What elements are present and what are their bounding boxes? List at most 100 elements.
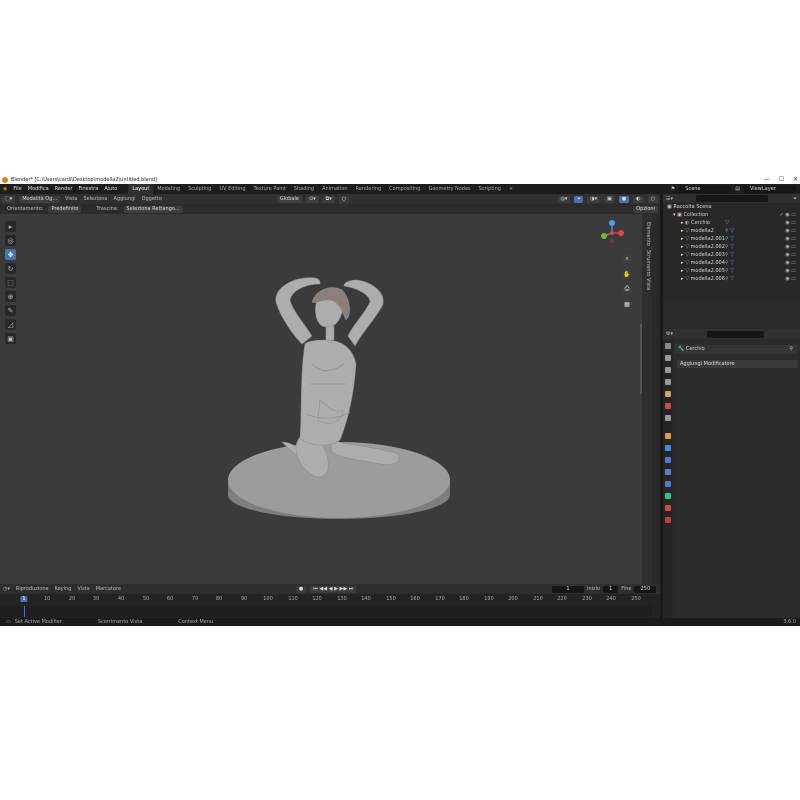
snap-icon[interactable]: ⧉▾: [322, 195, 335, 203]
zoom-icon[interactable]: ⌕: [622, 254, 632, 264]
material-tab-icon[interactable]: [665, 505, 671, 511]
move-icon[interactable]: ✥: [5, 249, 16, 260]
menu-object[interactable]: Oggetto: [139, 196, 165, 202]
cursor-icon[interactable]: ◎: [5, 235, 16, 246]
modifier-icon[interactable]: ⚲ ▽: [725, 275, 734, 283]
transform-icon[interactable]: ⊕: [5, 291, 16, 302]
object-mode-dropdown[interactable]: Modalità Og...: [19, 195, 61, 203]
visibility-toggle-icon[interactable]: ◉ ▭: [785, 259, 796, 267]
tab-compositing[interactable]: Compositing: [385, 184, 424, 194]
view-layer-field[interactable]: ViewLayer: [744, 185, 796, 193]
object-name[interactable]: Cerchio: [686, 346, 705, 352]
modifier-icon[interactable]: ⚲ ▽: [725, 243, 734, 251]
visibility-toggle-icon[interactable]: ◉ ▭: [785, 227, 796, 235]
visibility-toggle-icon[interactable]: ◉ ▭: [785, 275, 796, 283]
outliner-row-collection[interactable]: ▾ ▣ Collection ✓ ◉ ▭: [663, 211, 800, 219]
expand-icon[interactable]: ▸: [681, 220, 684, 226]
object-tab-icon[interactable]: [665, 433, 671, 439]
proportional-edit-icon[interactable]: ○: [338, 195, 350, 203]
outliner-row-object[interactable]: ▸ ▽ modella2.003 ⚲ ▽ ◉ ▭: [663, 251, 800, 259]
outliner-row-object[interactable]: ▸ ◐ Cerchio ▽ ◉ ▭: [663, 219, 800, 227]
gizmo-toggle-icon[interactable]: ⌖: [574, 195, 584, 203]
tab-scripting[interactable]: Scripting: [475, 184, 505, 194]
minimize-button[interactable]: —: [764, 176, 770, 183]
output-tab-icon[interactable]: [665, 367, 671, 373]
physics-tab-icon[interactable]: [665, 469, 671, 475]
tab-animation[interactable]: Animation: [318, 184, 352, 194]
current-frame-field[interactable]: 1: [552, 585, 584, 593]
menu-add[interactable]: Aggiungi: [111, 196, 139, 202]
expand-icon[interactable]: ▸: [681, 276, 684, 282]
camera-icon[interactable]: ⎙: [622, 284, 632, 294]
modifier-icon[interactable]: ⚲ ▽: [725, 259, 734, 267]
add-modifier-dropdown[interactable]: Aggiungi Modificatore: [677, 360, 798, 368]
expand-icon[interactable]: ▸: [681, 244, 684, 250]
menu-keying[interactable]: Keying: [52, 586, 75, 592]
modifier-tab-icon[interactable]: [665, 445, 671, 451]
modifier-icon[interactable]: ⚲ ▽: [725, 267, 734, 275]
filter-icon[interactable]: ⏷: [790, 196, 800, 202]
shading-rendered-icon[interactable]: ○: [647, 195, 658, 203]
tab-view[interactable]: Vista: [643, 278, 651, 290]
menu-timeline-view[interactable]: Vista: [74, 586, 92, 592]
perspective-grid-icon[interactable]: ▦: [622, 299, 632, 309]
close-button[interactable]: ✕: [793, 176, 798, 183]
tab-shading[interactable]: Shading: [290, 184, 318, 194]
tab-texture-paint[interactable]: Texture Paint: [250, 184, 290, 194]
expand-icon[interactable]: ▸: [681, 260, 684, 266]
transform-orientation-dropdown[interactable]: Globale: [276, 195, 302, 203]
expand-icon[interactable]: ▾: [673, 212, 676, 218]
timeline-track[interactable]: [0, 606, 652, 617]
shading-solid-icon[interactable]: ●: [618, 195, 630, 203]
3d-model[interactable]: [0, 214, 652, 584]
outliner-row-object[interactable]: ▸ ▽ modella2.002 ⚲ ▽ ◉ ▭: [663, 243, 800, 251]
timeline-editor-icon[interactable]: ◷▾: [0, 586, 13, 592]
axis-gizmo-icon[interactable]: [598, 219, 626, 247]
outliner-editor-icon[interactable]: ☰▾: [663, 196, 676, 202]
3d-viewport[interactable]: ▸ ◎ ✥ ↻ ⬚ ⊕ ✎ ◿ ▣ ⌕ ✋ ⎙ ▦ Elemento Strum…: [0, 214, 652, 584]
constraints-tab-icon[interactable]: [665, 481, 671, 487]
tab-rendering[interactable]: Rendering: [352, 184, 386, 194]
menu-marker[interactable]: Marcatore: [93, 586, 124, 592]
outliner-row-object[interactable]: ▸ ▽ modella2 ⚲ ▽ ◉ ▭: [663, 227, 800, 235]
tab-sculpting[interactable]: Sculpting: [184, 184, 215, 194]
tab-item[interactable]: Elemento: [643, 222, 651, 246]
expand-icon[interactable]: ▸: [681, 268, 684, 274]
tab-geometry-nodes[interactable]: Geometry Nodes: [424, 184, 474, 194]
start-frame-field[interactable]: 1: [603, 585, 619, 593]
frame-ruler[interactable]: 1 10 20 30 40 50 60 70 80 90 100 110 120…: [0, 596, 652, 605]
menu-view[interactable]: Vista: [62, 196, 80, 202]
select-box-icon[interactable]: ▸: [5, 221, 16, 232]
navigation-gizmo[interactable]: [598, 219, 626, 249]
record-icon[interactable]: ●: [295, 585, 307, 593]
outliner-search-input[interactable]: [696, 195, 768, 202]
visibility-toggle-icon[interactable]: ◉ ▭: [785, 243, 796, 251]
maximize-button[interactable]: ☐: [779, 176, 784, 183]
menu-window[interactable]: Finestra: [75, 186, 101, 192]
texture-tab-icon[interactable]: [665, 517, 671, 523]
tool-tab-icon[interactable]: [665, 343, 671, 349]
outliner-row-object[interactable]: ▸ ▽ modella2.006 ⚲ ▽ ◉ ▭: [663, 275, 800, 283]
properties-editor-icon[interactable]: ⚙▾: [663, 331, 676, 337]
visibility-toggle-icon[interactable]: ◉ ▭: [785, 267, 796, 275]
visibility-toggle-icon[interactable]: ◉ ▭: [785, 219, 796, 227]
tab-layout[interactable]: Layout: [128, 184, 154, 194]
expand-icon[interactable]: ▸: [681, 228, 684, 234]
shading-material-icon[interactable]: ◐: [633, 195, 644, 203]
scene-tab-icon[interactable]: [665, 391, 671, 397]
menu-help[interactable]: Aiuto: [101, 186, 120, 192]
modifier-icon[interactable]: ⚲ ▽: [725, 235, 734, 243]
expand-icon[interactable]: ▸: [681, 236, 684, 242]
scene-field[interactable]: Scene: [679, 185, 732, 193]
blender-menu-icon[interactable]: ◉: [0, 186, 10, 192]
menu-file[interactable]: File: [10, 186, 24, 192]
particles-tab-icon[interactable]: [665, 457, 671, 463]
view-layer-tab-icon[interactable]: [665, 379, 671, 385]
drag-dropdown[interactable]: Seleziona Rettango...: [123, 205, 183, 213]
visibility-icon[interactable]: ◎▾: [557, 195, 571, 203]
menu-playback[interactable]: Riproduzione: [13, 586, 52, 592]
add-cube-icon[interactable]: ▣: [5, 333, 16, 344]
overlay-icon[interactable]: ◑▾: [587, 195, 601, 203]
annotate-icon[interactable]: ✎: [5, 305, 16, 316]
end-frame-field[interactable]: 250: [634, 585, 656, 593]
